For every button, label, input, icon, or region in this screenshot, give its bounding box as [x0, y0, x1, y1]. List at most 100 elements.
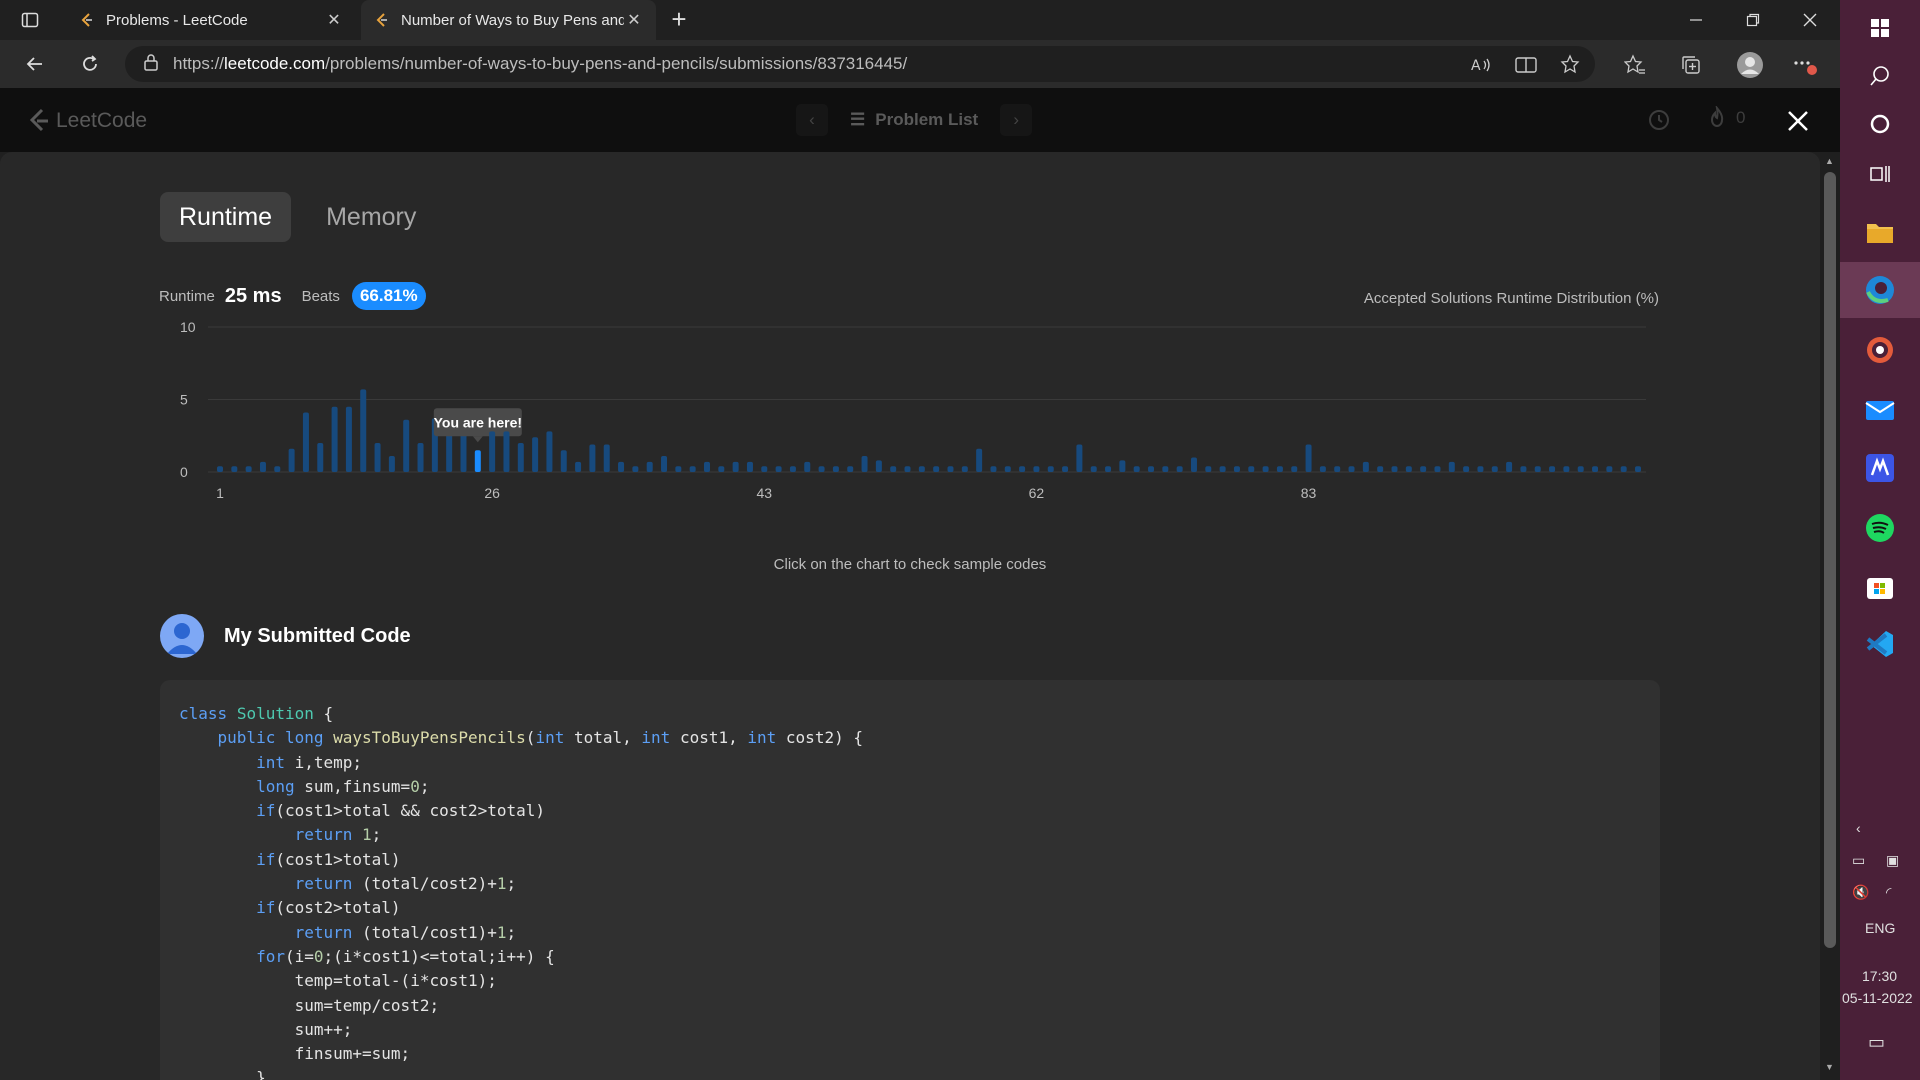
- code-block[interactable]: class Solution { public long waysToBuyPe…: [160, 680, 1660, 1080]
- runtime-distribution-chart[interactable]: 0 5 10 You are here! 1 26 43 62 83: [160, 322, 1660, 532]
- chart-bar[interactable]: [245, 466, 252, 472]
- chart-bar[interactable]: [388, 456, 395, 472]
- chart-bar[interactable]: [560, 450, 567, 472]
- chart-bar[interactable]: [789, 466, 796, 472]
- chart-bar[interactable]: [1620, 466, 1627, 472]
- chart-bar[interactable]: [575, 461, 582, 472]
- chart-bar[interactable]: [1506, 461, 1513, 472]
- chart-bar[interactable]: [703, 461, 710, 472]
- immersive-reader-button[interactable]: [1513, 52, 1539, 78]
- chart-bar[interactable]: [1362, 461, 1369, 472]
- chart-bar[interactable]: [374, 443, 381, 472]
- scroll-down-icon[interactable]: ▼: [1825, 1062, 1834, 1072]
- chart-bar[interactable]: [961, 466, 968, 472]
- add-favorite-button[interactable]: [1558, 52, 1584, 78]
- chart-bar[interactable]: [1592, 466, 1599, 472]
- chart-bar[interactable]: [775, 466, 782, 472]
- chart-bar[interactable]: [1004, 466, 1011, 472]
- tab-current[interactable]: Number of Ways to Buy Pens and Pencils ✕: [361, 0, 656, 40]
- chart-bar[interactable]: [632, 466, 639, 472]
- chart-bar[interactable]: [1534, 466, 1541, 472]
- chart-bar[interactable]: [1219, 466, 1226, 472]
- chart-bar[interactable]: [804, 461, 811, 472]
- chart-bar[interactable]: [1076, 444, 1083, 472]
- spotify-button[interactable]: [1840, 500, 1920, 556]
- chart-bar[interactable]: [976, 448, 983, 472]
- wifi-icon[interactable]: ◜: [1886, 884, 1891, 901]
- chart-bar[interactable]: [1577, 466, 1584, 472]
- settings-more-button[interactable]: [1792, 52, 1818, 78]
- chart-bar[interactable]: [603, 444, 610, 472]
- chart-bar[interactable]: [360, 389, 367, 472]
- chart-bar[interactable]: [847, 466, 854, 472]
- timer-button[interactable]: [1646, 106, 1672, 132]
- volume-muted-icon[interactable]: 🔇: [1852, 884, 1869, 901]
- chart-bar[interactable]: [274, 466, 281, 472]
- profile-button[interactable]: [1733, 48, 1767, 82]
- minimize-button[interactable]: [1667, 0, 1725, 40]
- chart-bar[interactable]: [1248, 466, 1255, 472]
- chart-bar[interactable]: [861, 456, 868, 472]
- close-window-button[interactable]: [1781, 0, 1839, 40]
- chart-bar[interactable]: [1162, 466, 1169, 472]
- scrollbar-thumb[interactable]: [1824, 172, 1836, 948]
- chart-bar[interactable]: [1133, 466, 1140, 472]
- chart-bar[interactable]: [331, 406, 338, 472]
- language-indicator[interactable]: ENG: [1865, 920, 1895, 936]
- chart-bar[interactable]: [517, 443, 524, 472]
- vscode-button[interactable]: [1840, 616, 1920, 672]
- show-hidden-icons[interactable]: ‹: [1856, 820, 1861, 836]
- edge-taskbar-button[interactable]: [1840, 262, 1920, 318]
- tab-runtime[interactable]: Runtime: [160, 192, 292, 242]
- chart-bar[interactable]: [618, 461, 625, 472]
- chart-bar[interactable]: [675, 466, 682, 472]
- file-explorer-button[interactable]: [1840, 204, 1920, 260]
- tab-actions-button[interactable]: [0, 0, 60, 40]
- tab-close-icon[interactable]: ✕: [324, 10, 344, 30]
- chart-bar[interactable]: [661, 456, 668, 472]
- chart-bar[interactable]: [1205, 466, 1212, 472]
- chart-bar[interactable]: [718, 466, 725, 472]
- chart-bar[interactable]: [1348, 466, 1355, 472]
- clock-time[interactable]: 17:30: [1862, 968, 1897, 984]
- chart-bar[interactable]: [503, 431, 510, 472]
- chart-bar[interactable]: [1047, 466, 1054, 472]
- chart-bar[interactable]: [990, 466, 997, 472]
- chart-bar[interactable]: [1105, 466, 1112, 472]
- notifications-icon[interactable]: ▭: [1868, 1032, 1885, 1053]
- chart-bar[interactable]: [904, 466, 911, 472]
- favorites-button[interactable]: [1622, 52, 1648, 78]
- chart-bar[interactable]: [1420, 466, 1427, 472]
- chart-bar[interactable]: [947, 466, 954, 472]
- chart-bar[interactable]: [918, 466, 925, 472]
- tab-close-icon[interactable]: ✕: [624, 10, 644, 30]
- chart-bar[interactable]: [589, 444, 596, 472]
- chart-bar[interactable]: [1190, 457, 1197, 473]
- chart-bar[interactable]: [489, 431, 496, 472]
- chart-bar[interactable]: [1448, 461, 1455, 472]
- chart-bar[interactable]: [832, 466, 839, 472]
- scroll-up-icon[interactable]: ▲: [1825, 156, 1834, 166]
- chart-bar[interactable]: [403, 419, 410, 472]
- chart-bar[interactable]: [1463, 466, 1470, 472]
- problem-list-button[interactable]: ☰ Problem List: [850, 110, 978, 130]
- address-bar[interactable]: https://leetcode.com/problems/number-of-…: [125, 46, 1595, 82]
- chart-bar[interactable]: [345, 406, 352, 472]
- current-bar[interactable]: [474, 450, 481, 472]
- chart-bar[interactable]: [1334, 466, 1341, 472]
- chart-bar[interactable]: [1491, 466, 1498, 472]
- chart-bar[interactable]: [546, 431, 553, 472]
- chart-bar[interactable]: [1434, 466, 1441, 472]
- chart-bar[interactable]: [1635, 466, 1641, 472]
- chart-bar[interactable]: [1377, 466, 1384, 472]
- refresh-button[interactable]: [75, 50, 105, 78]
- chart-bar[interactable]: [1090, 466, 1097, 472]
- chart-bar[interactable]: [417, 443, 424, 472]
- leetcode-logo[interactable]: LeetCode: [28, 108, 147, 134]
- chart-bar[interactable]: [1563, 466, 1570, 472]
- chart-bar[interactable]: [1549, 466, 1556, 472]
- chart-bar[interactable]: [231, 466, 238, 472]
- chart-bar[interactable]: [1606, 466, 1613, 472]
- streak-counter[interactable]: 0: [1706, 106, 1745, 130]
- chart-bar[interactable]: [532, 437, 539, 472]
